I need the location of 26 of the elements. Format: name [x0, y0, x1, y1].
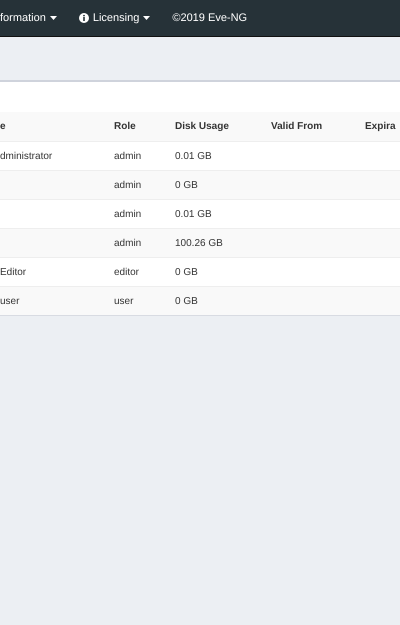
table-cell-text: 0 GB	[175, 296, 199, 306]
table-cell-text: 0.01 GB	[175, 150, 213, 162]
table-cell-text: user	[114, 296, 134, 306]
nav-menu-item[interactable]: formation	[0, 12, 57, 24]
caret-icon	[50, 16, 57, 20]
table-cell-text: Editor	[0, 266, 28, 278]
table-cell-text: admin	[114, 208, 142, 220]
table-cell-text: 0 GB	[175, 266, 199, 278]
table-cell-text: user	[0, 296, 20, 306]
nav-menu-item[interactable]: ©2019 Eve-NG	[172, 12, 248, 24]
column-header: Role	[114, 121, 137, 132]
table-cell-text: 0 GB	[175, 180, 199, 190]
table-cell-text: 100.26 GB	[175, 238, 224, 248]
table-cell-text: admin	[114, 180, 142, 190]
caret-icon	[143, 16, 150, 20]
table-cell-text: 0.01 GB	[175, 208, 213, 220]
nav-menu-item[interactable]: Licensing	[78, 12, 150, 24]
table-cell-text: editor	[114, 266, 140, 278]
table-cell-text: admin	[114, 238, 142, 248]
table-cell-text: dministrator	[0, 150, 54, 162]
column-header: Expira	[365, 121, 397, 132]
table-cell-text: admin	[114, 150, 142, 162]
info-icon	[78, 13, 89, 23]
column-header: e	[0, 121, 7, 132]
column-header: Disk Usage	[175, 121, 230, 132]
column-header: Valid From	[271, 121, 324, 132]
